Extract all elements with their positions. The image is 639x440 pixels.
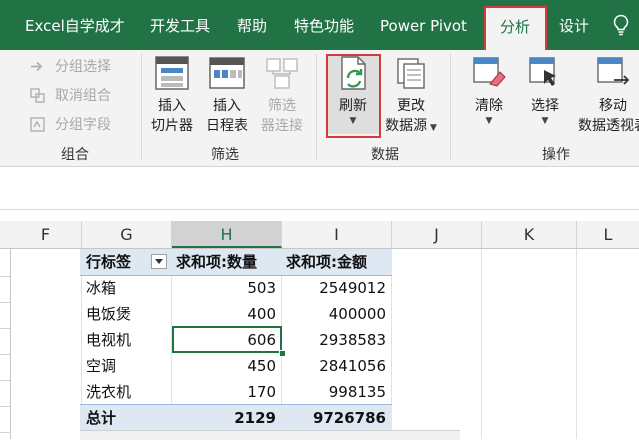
select-dropdown-icon[interactable]: ▼: [518, 116, 572, 126]
total-amount: 9726786: [312, 409, 386, 427]
sum-quantity-header: 求和项:数量: [176, 253, 257, 271]
group-label-actions: 操作: [542, 147, 570, 163]
slicer-icon: [155, 56, 189, 90]
refresh-dropdown-icon[interactable]: ▼: [327, 116, 379, 126]
filter-dropdown-icon[interactable]: [151, 254, 167, 269]
change-data-source-icon: [397, 58, 425, 89]
column-header-i[interactable]: I: [282, 221, 392, 248]
refresh-icon: [341, 56, 366, 90]
column-header-k[interactable]: K: [482, 221, 577, 248]
tab-help[interactable]: 帮助: [237, 0, 267, 50]
group-label-group: 组合: [61, 147, 89, 163]
move-pivot-icon: [597, 57, 630, 85]
group-field-icon: [30, 117, 45, 132]
pivot-header-row: 行标签 求和项:数量 求和项:金额: [80, 249, 392, 276]
ribbon-panel: 分组选择 取消组合 分组字段 组合 插入 切片器 插入 日程表 筛选 器连接 筛…: [0, 50, 639, 167]
filter-divider: [316, 54, 317, 160]
column-header-j[interactable]: J: [392, 221, 482, 248]
column-header-bar: F G H I J K L: [0, 221, 639, 249]
formula-area: [0, 167, 639, 210]
insert-slicer-button[interactable]: 插入 切片器: [144, 54, 200, 136]
select-button[interactable]: 选择 ▼: [518, 54, 572, 126]
total-quantity: 2129: [234, 409, 276, 427]
table-row[interactable]: 空调 450 2841056: [80, 353, 392, 379]
group-divider: [141, 54, 142, 160]
timeline-icon: [209, 57, 245, 89]
tab-power-pivot[interactable]: Power Pivot: [380, 0, 467, 50]
tab-analyze[interactable]: 分析: [485, 8, 545, 50]
tab-excel-learning[interactable]: Excel自学成才: [25, 0, 125, 50]
insert-timeline-button[interactable]: 插入 日程表: [199, 54, 255, 136]
clear-dropdown-icon[interactable]: ▼: [462, 116, 516, 126]
table-row[interactable]: 冰箱 503 2549012: [80, 275, 392, 301]
select-icon: [529, 57, 556, 86]
group-label-data: 数据: [371, 147, 399, 163]
refresh-button[interactable]: 刷新 ▼: [327, 54, 379, 134]
filter-connections-button[interactable]: 筛选 器连接: [254, 54, 310, 136]
clear-button[interactable]: 清除 ▼: [462, 54, 516, 126]
column-header-h[interactable]: H: [172, 221, 282, 248]
tab-special-features[interactable]: 特色功能: [294, 0, 354, 50]
column-header-l[interactable]: L: [577, 221, 639, 248]
change-source-dropdown-icon[interactable]: ▼: [427, 123, 437, 133]
column-header-g[interactable]: G: [82, 221, 172, 248]
data-divider: [450, 54, 451, 160]
table-row[interactable]: 洗衣机 170 998135: [80, 379, 392, 405]
group-label-filter: 筛选: [211, 147, 239, 163]
column-header-f[interactable]: F: [10, 221, 82, 248]
filter-connections-icon: [266, 58, 298, 89]
move-pivot-table-button[interactable]: 移动 数据透视表: [573, 54, 639, 136]
total-label: 总计: [86, 409, 117, 427]
right-arrow-icon: [31, 61, 43, 72]
row-labels-header: 行标签: [86, 253, 132, 271]
ribbon-tab-bar: Excel自学成才 开发工具 帮助 特色功能 Power Pivot 分析 设计: [0, 0, 639, 50]
pivot-total-row[interactable]: 总计 2129 9726786: [80, 404, 392, 431]
lightbulb-icon[interactable]: [612, 14, 630, 36]
table-row[interactable]: 电饭煲 400 400000: [80, 301, 392, 327]
row-header-strip: [0, 249, 11, 439]
clear-icon: [473, 57, 506, 87]
ungroup-icon: [30, 88, 45, 103]
sum-amount-header: 求和项:金额: [286, 253, 367, 271]
change-data-source-button[interactable]: 更改 数据源 ▼: [381, 54, 441, 136]
active-cell-h[interactable]: [172, 326, 282, 353]
fill-handle[interactable]: [279, 350, 286, 357]
tab-design[interactable]: 设计: [559, 0, 589, 50]
tab-developer[interactable]: 开发工具: [150, 0, 210, 50]
